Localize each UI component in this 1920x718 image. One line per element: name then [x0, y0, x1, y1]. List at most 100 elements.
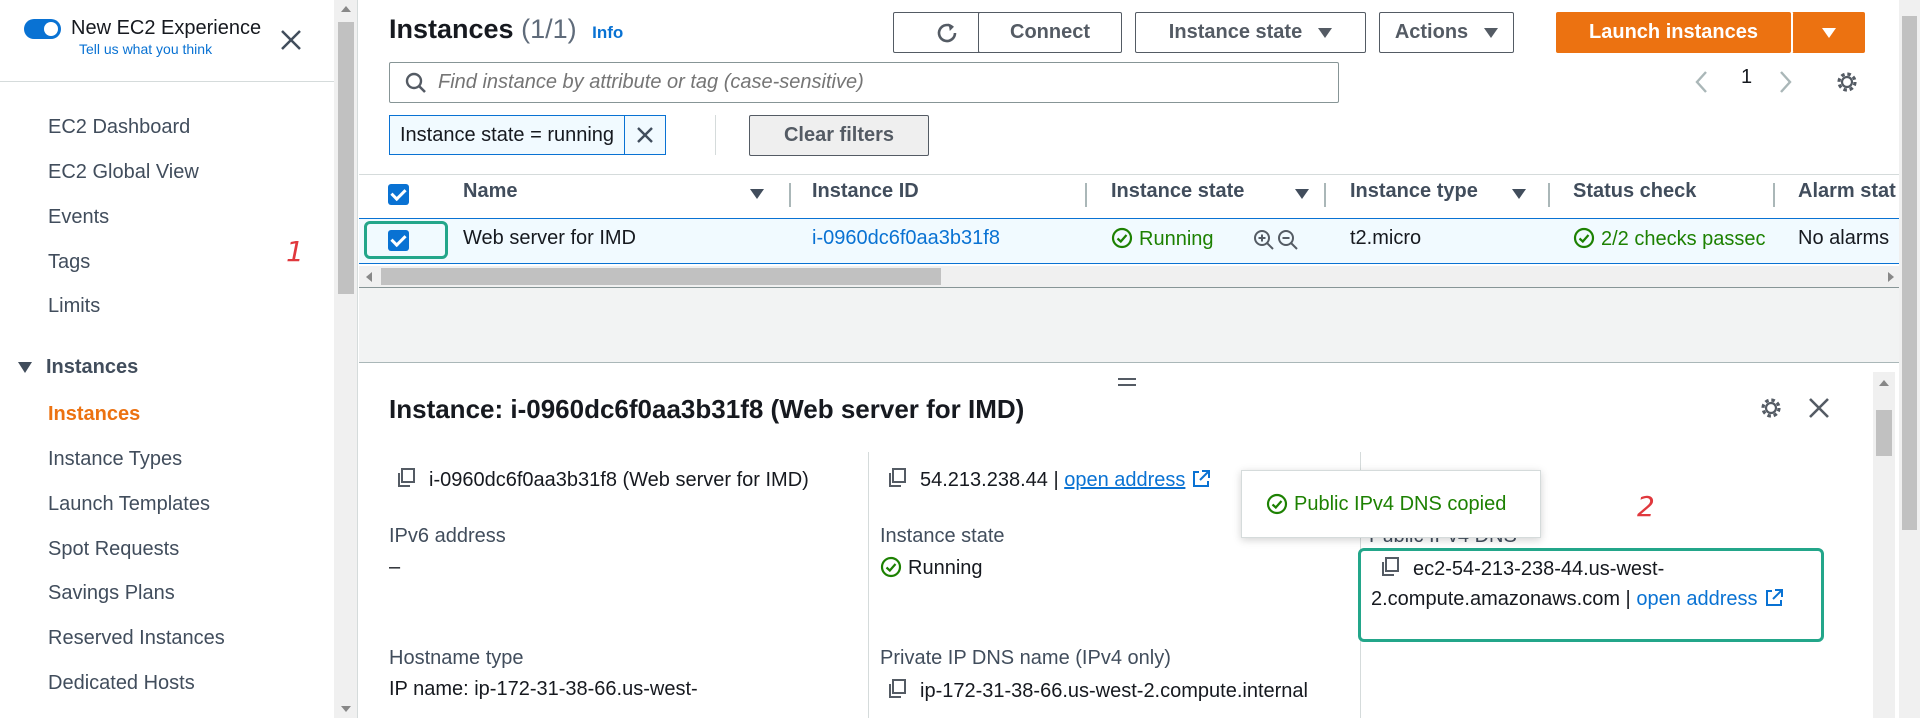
- copy-icon[interactable]: [395, 467, 417, 489]
- zoom-out-icon[interactable]: [1277, 229, 1299, 251]
- sidebar-item-ec2-global-view[interactable]: EC2 Global View: [48, 161, 199, 184]
- instance-name-cell: Web server for IMD: [463, 227, 636, 249]
- scroll-up-icon[interactable]: [338, 2, 354, 16]
- sidebar-item-tags[interactable]: Tags: [48, 251, 90, 274]
- private-dns-value: ip-172-31-38-66.us-west-2.compute.intern…: [886, 678, 1308, 703]
- page-vertical-scrollbar-thumb[interactable]: [1902, 16, 1917, 530]
- sidebar-item-instance-types[interactable]: Instance Types: [48, 448, 182, 471]
- search-input[interactable]: [438, 71, 1318, 94]
- launch-instances-button[interactable]: Launch instances: [1556, 12, 1791, 53]
- sidebar-item-limits[interactable]: Limits: [48, 295, 100, 318]
- sort-icon[interactable]: [1295, 189, 1309, 199]
- sidebar-item-reserved-instances[interactable]: Reserved Instances: [48, 627, 225, 650]
- close-icon: [637, 127, 653, 143]
- column-header-status-check[interactable]: Status check: [1573, 180, 1696, 203]
- new-experience-toggle[interactable]: [24, 19, 61, 39]
- scroll-right-icon[interactable]: [1885, 270, 1897, 284]
- clear-filters-button[interactable]: Clear filters: [749, 115, 929, 156]
- scroll-up-icon[interactable]: [1876, 376, 1892, 390]
- column-divider[interactable]: [1548, 183, 1550, 207]
- column-divider[interactable]: [789, 183, 791, 207]
- split-panel-resize-handle[interactable]: [1118, 378, 1136, 390]
- check-circle-icon: [1266, 493, 1288, 515]
- instance-state-label: Instance state: [880, 525, 1005, 547]
- table-empty-area: [359, 288, 1903, 362]
- previous-page-icon[interactable]: [1692, 68, 1712, 96]
- copied-toast: Public IPv4 DNS copied: [1241, 470, 1541, 538]
- page-number[interactable]: 1: [1741, 66, 1752, 89]
- hostname-type-value: IP name: ip-172-31-38-66.us-west-: [389, 678, 698, 700]
- caret-down-icon: [1484, 27, 1499, 38]
- scroll-down-icon[interactable]: [338, 702, 354, 716]
- sidebar-item-instances[interactable]: Instances: [48, 403, 140, 426]
- copy-icon[interactable]: [886, 467, 908, 489]
- search-bar[interactable]: [389, 62, 1339, 103]
- dns-open-address-link[interactable]: open address: [1636, 588, 1757, 610]
- copy-icon[interactable]: [886, 678, 908, 700]
- annotation-number-1: 1: [286, 235, 304, 268]
- instance-id-link[interactable]: i-0960dc6f0aa3b31f8: [812, 227, 1000, 250]
- table-top-border: [359, 174, 1903, 175]
- details-vertical-scrollbar-thumb[interactable]: [1876, 410, 1892, 456]
- remove-filter-button[interactable]: [625, 116, 665, 154]
- column-header-name[interactable]: Name: [463, 180, 517, 203]
- ipv6-address-value: –: [389, 556, 401, 578]
- gear-icon[interactable]: [1833, 68, 1861, 96]
- copy-icon[interactable]: [1379, 556, 1401, 578]
- details-panel-title: Instance: i-0960dc6f0aa3b31f8 (Web serve…: [389, 394, 1025, 424]
- external-link-icon[interactable]: [1191, 469, 1211, 489]
- column-divider[interactable]: [1773, 183, 1775, 207]
- column-divider[interactable]: [1085, 183, 1087, 207]
- gear-icon[interactable]: [1757, 394, 1785, 422]
- sort-icon[interactable]: [750, 189, 764, 199]
- actions-dropdown[interactable]: Actions: [1379, 12, 1514, 53]
- column-header-instance-type[interactable]: Instance type: [1350, 180, 1478, 203]
- launch-instances-menu-button[interactable]: [1792, 12, 1865, 53]
- sidebar-item-dedicated-hosts[interactable]: Dedicated Hosts: [48, 672, 195, 695]
- column-divider: [868, 452, 869, 718]
- sidebar-scrollbar-thumb[interactable]: [338, 22, 354, 294]
- info-link[interactable]: Info: [592, 23, 623, 42]
- column-header-instance-state[interactable]: Instance state: [1111, 180, 1244, 203]
- sort-icon[interactable]: [1512, 189, 1526, 199]
- instance-type-cell: t2.micro: [1350, 227, 1422, 249]
- select-all-checkbox[interactable]: [388, 184, 409, 205]
- instance-state-dropdown[interactable]: Instance state: [1135, 12, 1366, 53]
- search-icon: [405, 72, 426, 93]
- scroll-left-icon[interactable]: [363, 270, 375, 284]
- page-title: Instances (1/1) Info: [389, 14, 624, 44]
- sidebar-item-launch-templates[interactable]: Launch Templates: [48, 493, 210, 516]
- sidebar-item-ec2-dashboard[interactable]: EC2 Dashboard: [48, 116, 190, 139]
- private-dns-label: Private IP DNS name (IPv4 only): [880, 647, 1171, 669]
- sidebar-navigation: New EC2 Experience Tell us what you thin…: [0, 0, 334, 718]
- filter-token: Instance state = running: [389, 115, 667, 155]
- close-icon[interactable]: [277, 26, 305, 54]
- public-ipv4-value: 54.213.238.44 | open address: [886, 467, 1211, 492]
- main-content: Instances (1/1) Info Connect Instance st…: [359, 0, 1920, 718]
- sidebar-item-savings-plans[interactable]: Savings Plans: [48, 582, 175, 605]
- status-check-cell: 2/2 checks passec: [1573, 227, 1773, 251]
- toast-message: Public IPv4 DNS copied: [1294, 492, 1507, 515]
- feedback-link[interactable]: Tell us what you think: [79, 40, 261, 58]
- external-link-icon[interactable]: [1764, 588, 1784, 608]
- open-address-link[interactable]: open address: [1064, 469, 1185, 491]
- zoom-in-icon[interactable]: [1253, 229, 1275, 251]
- caret-down-icon: [18, 362, 32, 373]
- instance-state-cell: Running: [1111, 227, 1214, 251]
- alarm-status-cell: No alarms: [1798, 227, 1890, 249]
- connect-button[interactable]: Connect: [978, 12, 1122, 53]
- sidebar-item-events[interactable]: Events: [48, 206, 109, 229]
- column-header-instance-id[interactable]: Instance ID: [812, 180, 919, 203]
- column-header-alarm-status[interactable]: Alarm stat: [1798, 180, 1903, 203]
- split-panel-divider: [359, 362, 1903, 363]
- row-select-checkbox[interactable]: [388, 230, 409, 251]
- table-horizontal-scrollbar-thumb[interactable]: [381, 268, 941, 285]
- close-icon[interactable]: [1805, 394, 1833, 422]
- column-divider[interactable]: [1324, 183, 1326, 207]
- instance-state-value: Running: [880, 556, 983, 580]
- next-page-icon[interactable]: [1775, 68, 1795, 96]
- sidebar-section-instances[interactable]: Instances: [18, 356, 138, 379]
- check-circle-icon: [880, 556, 902, 578]
- check-circle-icon: [1573, 227, 1595, 249]
- sidebar-item-spot-requests[interactable]: Spot Requests: [48, 538, 179, 561]
